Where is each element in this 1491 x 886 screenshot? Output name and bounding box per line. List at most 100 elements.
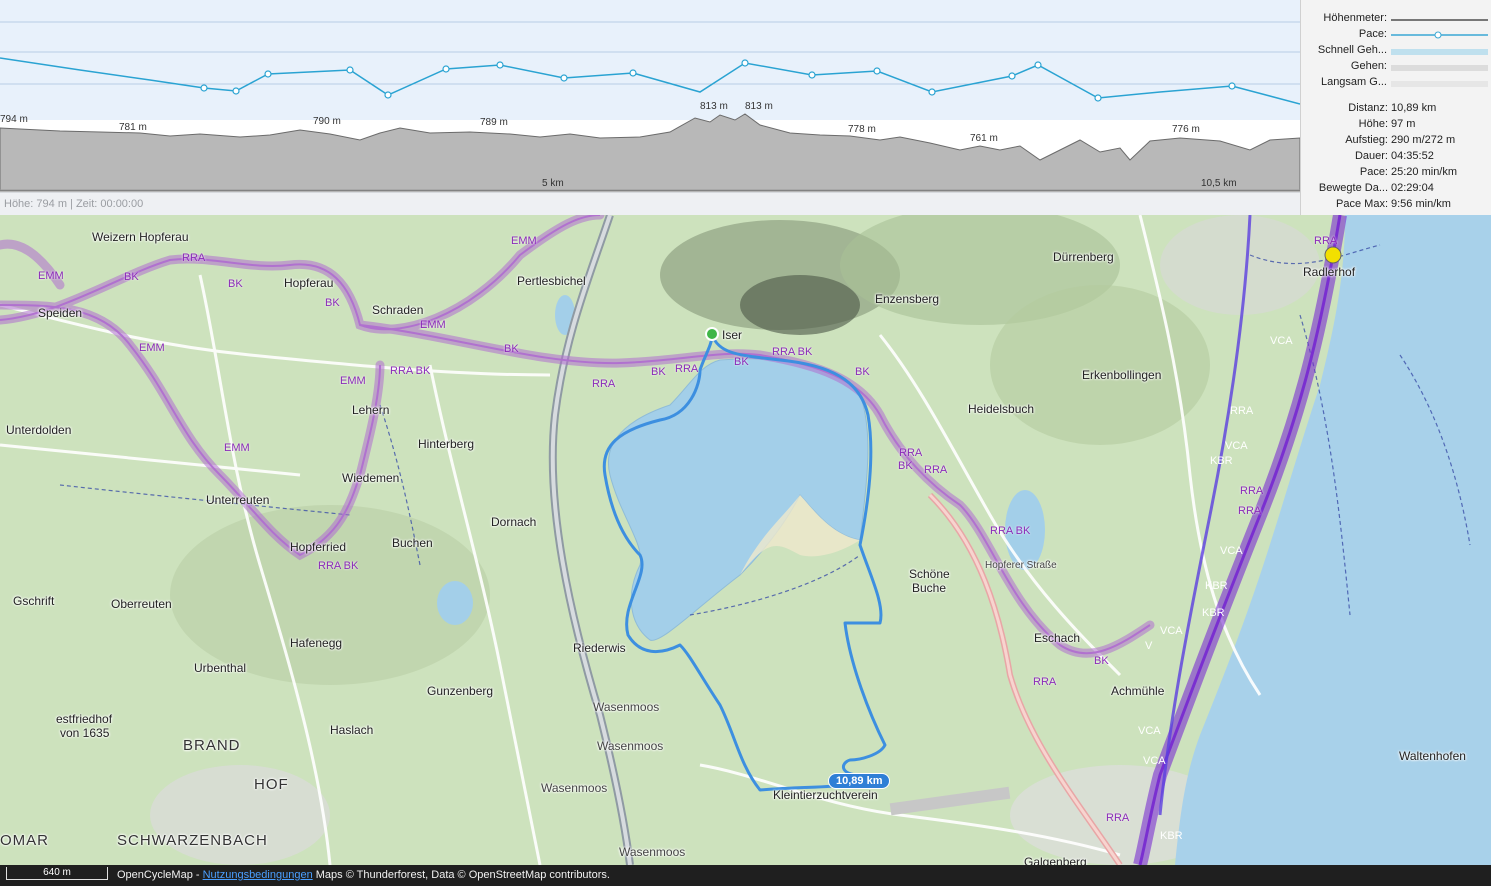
place-label: Galgenberg — [1024, 855, 1087, 865]
elevation-label: 813 m — [700, 101, 728, 112]
place-label: Weizern Hopferau — [92, 230, 189, 244]
start-marker[interactable] — [705, 327, 719, 341]
stat-distance: Distanz: 10,89 km — [1301, 102, 1491, 118]
place-label: Wasenmoos — [593, 700, 660, 714]
place-label: Eschach — [1034, 631, 1081, 645]
legend-panel: Höhenmeter: Pace: Schnell Geh... Gehen: … — [1300, 0, 1491, 215]
place-label: Hopferau — [284, 276, 334, 290]
place-label: Wiedemen — [342, 471, 400, 485]
legend-item-elevation[interactable]: Höhenmeter: — [1301, 12, 1491, 28]
stat-value: 290 m/272 m — [1391, 134, 1456, 146]
route-label: RRA — [182, 252, 206, 264]
route-label: RRA — [1238, 505, 1262, 517]
legend-item-walk[interactable]: Gehen: — [1301, 60, 1491, 76]
legend-label: Gehen: — [1350, 60, 1387, 72]
route-label: VCA — [1225, 440, 1248, 452]
route-label: RRA — [592, 378, 616, 390]
place-label: Wasenmoos — [619, 845, 686, 859]
legend-line-swatch — [1391, 19, 1488, 21]
place-label: Hopferried — [290, 540, 347, 554]
elevation-label: 789 m — [480, 117, 508, 128]
map-footer: 640 m OpenCycleMap - Nutzungsbedingungen… — [0, 865, 1491, 886]
route-label: BK — [855, 366, 870, 378]
place-label: von 1635 — [60, 726, 110, 740]
stat-height: Höhe: 97 m — [1301, 118, 1491, 134]
place-label: Buche — [912, 581, 947, 595]
stat-value: 04:35:52 — [1391, 150, 1434, 162]
route-label: RRA — [675, 363, 699, 375]
route-label: RRA — [1106, 812, 1130, 824]
place-label: Gschrift — [13, 594, 55, 608]
map-canvas[interactable] — [0, 215, 1491, 865]
place-label: Lehern — [352, 403, 390, 417]
route-label: EMM — [340, 375, 366, 387]
place-label: Speiden — [38, 306, 83, 320]
stat-pace: Pace: 25:20 min/km — [1301, 166, 1491, 182]
legend-label: Langsam G... — [1320, 76, 1387, 88]
legend-label: Schnell Geh... — [1317, 44, 1387, 56]
terms-link[interactable]: Nutzungsbedingungen — [203, 869, 313, 881]
place-label: Buchen — [392, 536, 433, 550]
route-label: VCA — [1270, 335, 1293, 347]
route-label: EMM — [224, 442, 250, 454]
stat-key: Pace: — [1359, 166, 1388, 178]
route-label: BK — [1094, 655, 1109, 667]
place-label: Erkenbollingen — [1082, 368, 1162, 382]
route-label: RRA — [1230, 405, 1254, 417]
road-label: Hopferer Straße — [985, 560, 1057, 571]
route-label: BK — [734, 356, 749, 368]
elevation-label: 778 m — [848, 124, 876, 135]
pace-background — [0, 0, 1300, 120]
elevation-label: 781 m — [119, 122, 147, 133]
route-label: VCA — [1160, 625, 1183, 637]
stat-value: 10,89 km — [1391, 102, 1437, 114]
attribution-text: Maps © Thunderforest, Data © OpenStreetM… — [312, 869, 610, 881]
stat-key: Pace Max: — [1336, 198, 1388, 210]
route-label: BK — [228, 278, 243, 290]
profile-status: Höhe: 794 m | Zeit: 00:00:00 — [0, 192, 1300, 215]
stat-moving-time: Bewegte Da... 02:29:04 — [1301, 182, 1491, 198]
elevation-area — [0, 113, 1300, 192]
elevation-profile-panel[interactable]: 794 m 781 m 790 m 789 m 813 m 813 m 778 … — [0, 0, 1300, 216]
place-label: Dürrenberg — [1053, 250, 1114, 264]
route-label: KBR — [1210, 455, 1233, 467]
legend-item-pace[interactable]: Pace: — [1301, 28, 1491, 44]
route-label: RRA BK — [318, 560, 359, 572]
place-label: Wasenmoos — [597, 739, 664, 753]
bike-shop-icon[interactable] — [1324, 246, 1342, 264]
elevation-label: 790 m — [313, 116, 341, 127]
place-label: Enzensberg — [875, 292, 940, 306]
route-label: V — [1145, 640, 1153, 652]
stat-pace-max: Pace Max: 9:56 min/km — [1301, 198, 1491, 214]
legend-item-slow-walk[interactable]: Langsam G... — [1301, 76, 1491, 92]
route-label: KBR — [1205, 580, 1228, 592]
stat-key: Aufstieg: — [1345, 134, 1388, 146]
place-label: Urbenthal — [194, 661, 247, 675]
route-label: RRA — [1240, 485, 1264, 497]
route-label: BK — [504, 343, 519, 355]
place-label: HOF — [254, 776, 289, 793]
legend-line-swatch — [1391, 31, 1488, 39]
route-label: RRA — [899, 447, 923, 459]
route-label: EMM — [38, 270, 64, 282]
place-label: Wasenmoos — [541, 781, 608, 795]
legend-item-fast-walk[interactable]: Schnell Geh... — [1301, 44, 1491, 60]
attribution: OpenCycleMap - Nutzungsbedingungen Maps … — [117, 865, 610, 886]
place-label: Unterdolden — [6, 423, 72, 437]
stat-key: Dauer: — [1354, 150, 1388, 162]
place-label: Oberreuten — [111, 597, 172, 611]
stat-value: 9:56 min/km — [1391, 198, 1451, 210]
elevation-label: 761 m — [970, 133, 998, 144]
route-label: EMM — [420, 319, 446, 331]
place-label: Hafenegg — [290, 636, 343, 650]
route-label: VCA — [1143, 755, 1166, 767]
distance-badge[interactable]: 10,89 km — [828, 773, 891, 789]
stat-value: 97 m — [1391, 118, 1416, 130]
distance-tick: 5 km — [542, 178, 564, 189]
place-label: Riederwis — [573, 641, 626, 655]
route-label: BK — [325, 297, 340, 309]
legend-label: Pace: — [1358, 28, 1387, 40]
map-view[interactable]: Weizern Hopferau Hopferau Speiden Schrad… — [0, 215, 1491, 865]
place-label: Heidelsbuch — [968, 402, 1035, 416]
elevation-label: 776 m — [1172, 124, 1200, 135]
